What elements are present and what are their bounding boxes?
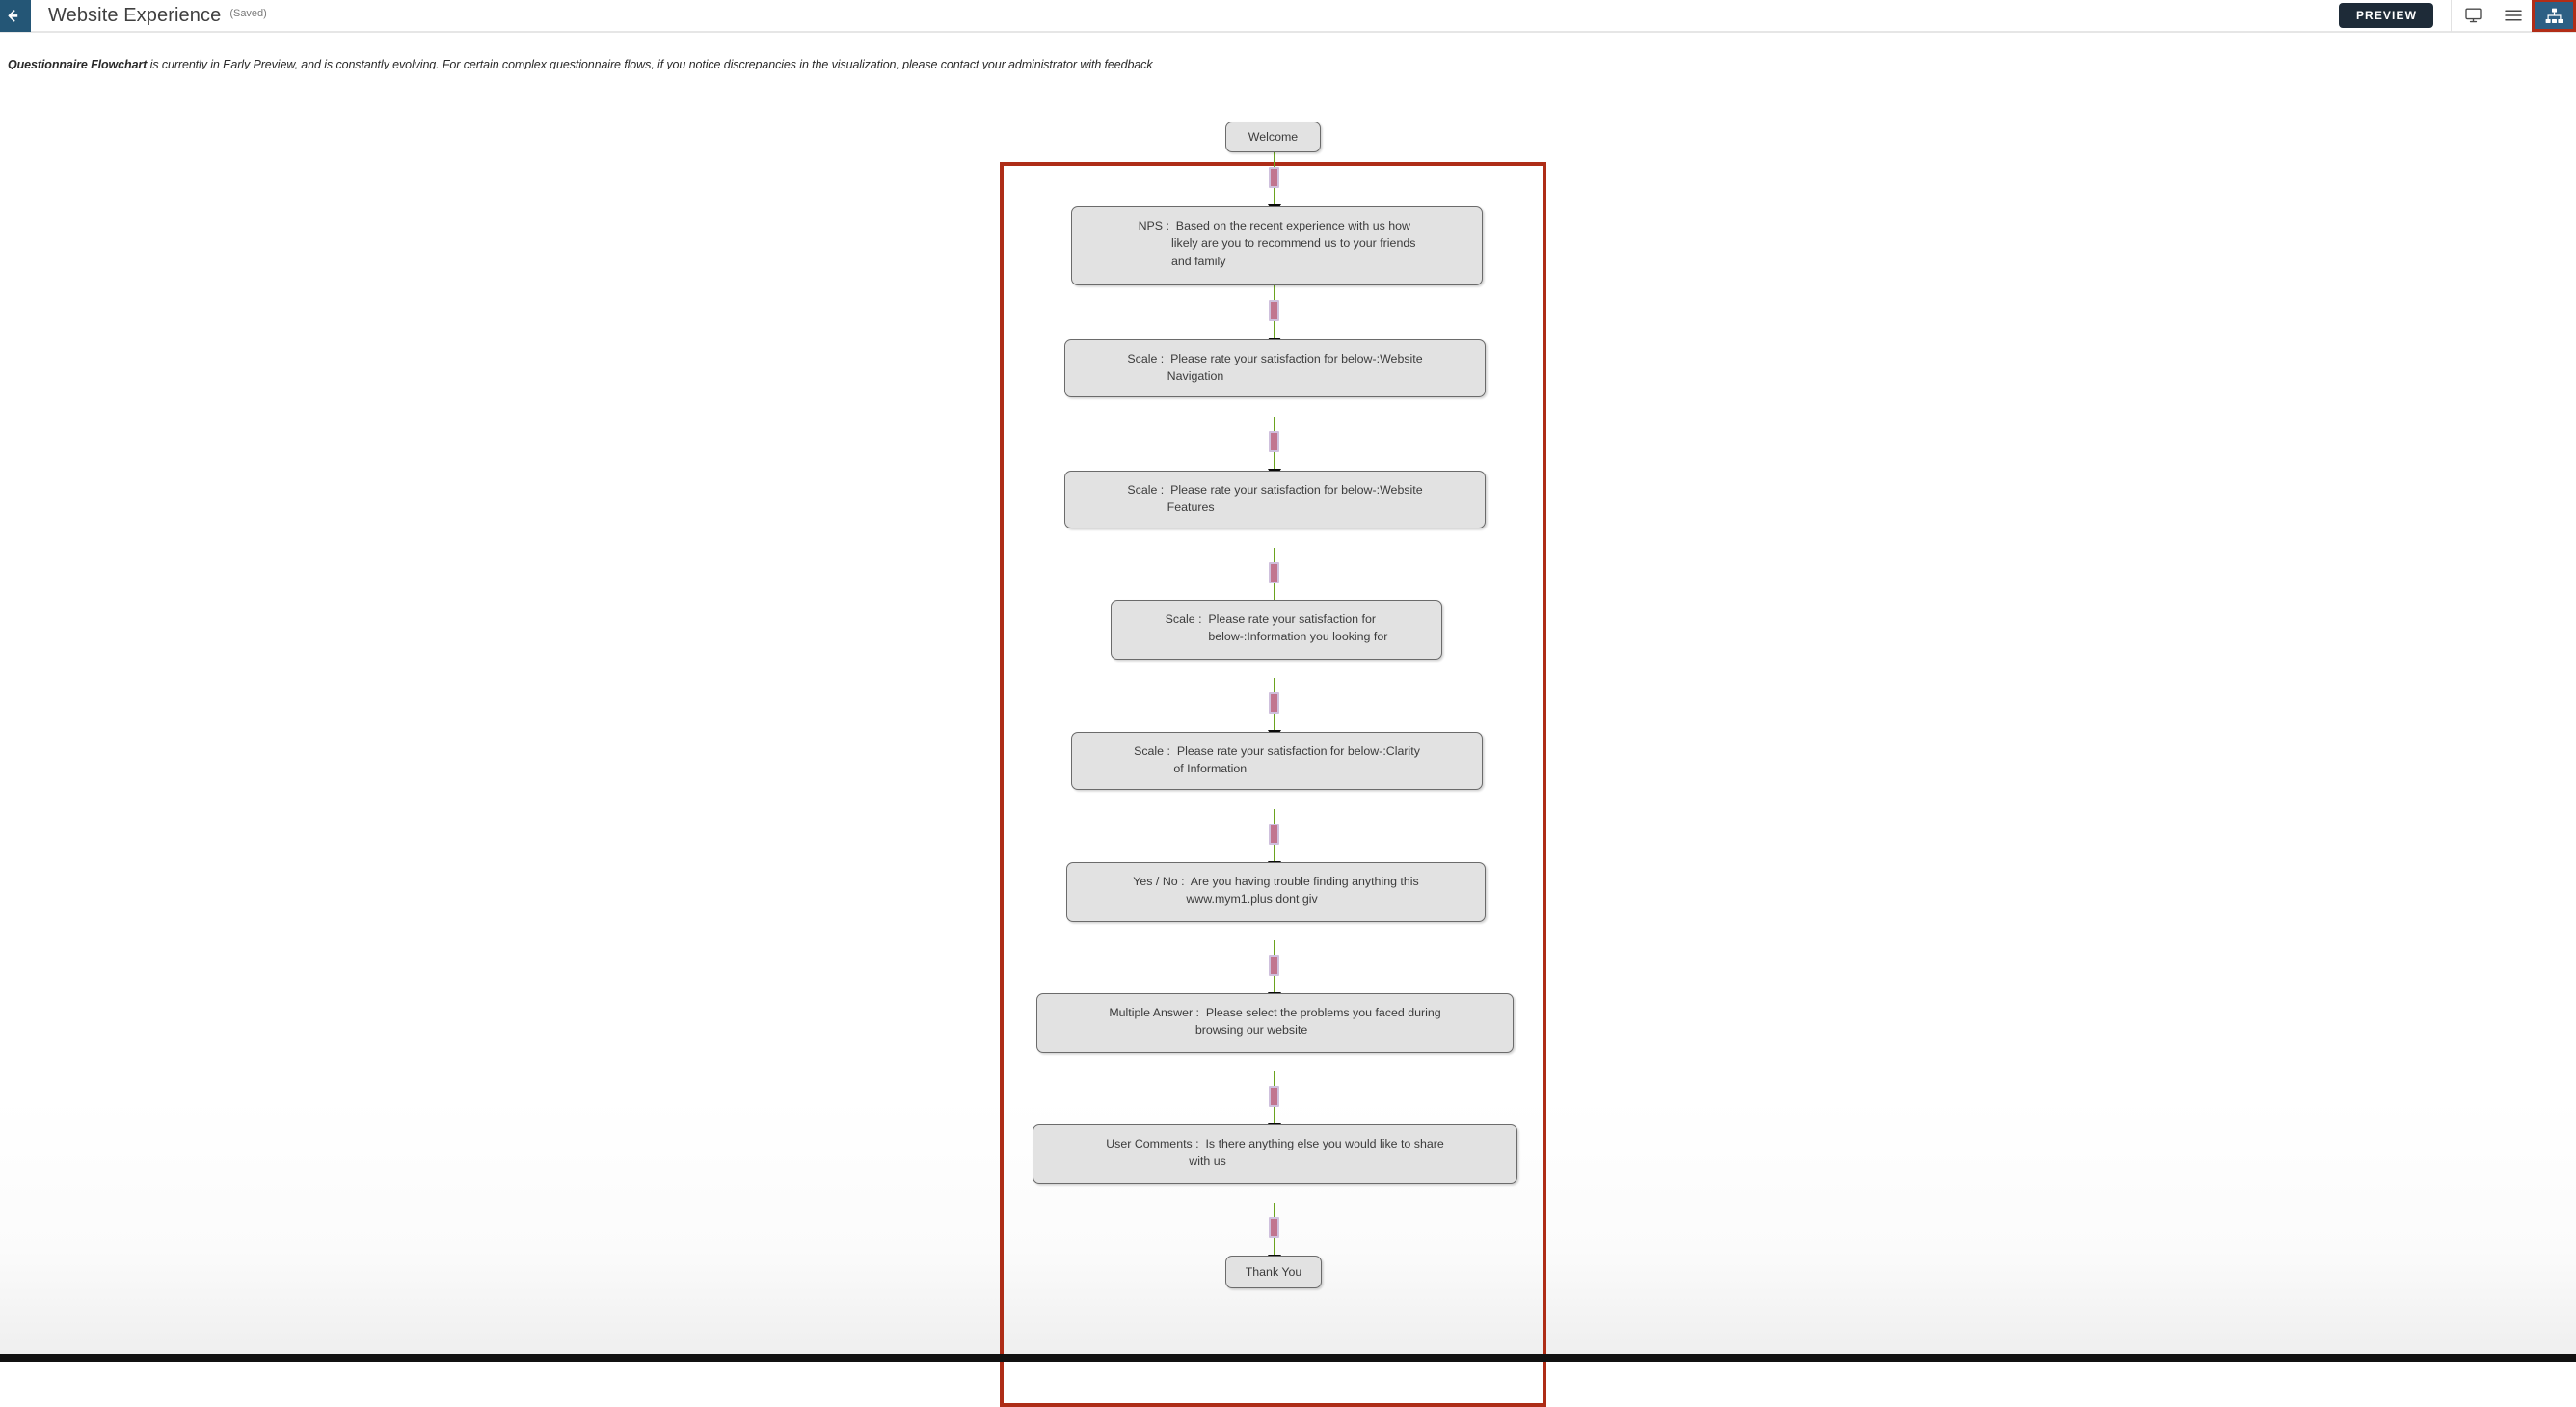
flow-node-scale-clarity[interactable]: Scale : Please rate your satisfaction fo… — [1071, 732, 1483, 790]
flow-node-label: Multiple Answer : Please select the prob… — [1109, 1006, 1441, 1038]
page-title: Website Experience — [48, 4, 222, 26]
flow-node-label: Scale : Please rate your satisfaction fo… — [1127, 483, 1423, 515]
sitemap-icon — [2545, 8, 2563, 24]
edge-marker — [1269, 167, 1280, 188]
app-header: Website Experience (Saved) PREVIEW — [0, 0, 2576, 33]
edge-marker — [1269, 562, 1280, 583]
flow-node-scale-information[interactable]: Scale : Please rate your satisfaction fo… — [1111, 600, 1442, 660]
arrow-left-icon — [8, 9, 24, 22]
monitor-icon — [2465, 8, 2482, 23]
flow-node-welcome[interactable]: Welcome — [1225, 122, 1321, 152]
preview-button[interactable]: PREVIEW — [2338, 3, 2433, 28]
flow-node-label: Welcome — [1248, 129, 1299, 144]
flow-node-multiple-answer[interactable]: Multiple Answer : Please select the prob… — [1036, 993, 1514, 1053]
flowchart-canvas[interactable]: Welcome NPS : Based on the recent experi… — [0, 69, 2576, 1407]
edge-marker — [1269, 955, 1280, 976]
flow-node-user-comments[interactable]: User Comments : Is there anything else y… — [1033, 1124, 1517, 1184]
flow-node-label: Scale : Please rate your satisfaction fo… — [1134, 744, 1420, 776]
flow-node-scale-features[interactable]: Scale : Please rate your satisfaction fo… — [1064, 471, 1486, 528]
flowchart-view-button[interactable] — [2532, 0, 2576, 32]
flow-node-scale-navigation[interactable]: Scale : Please rate your satisfaction fo… — [1064, 339, 1486, 397]
list-view-button[interactable] — [2495, 0, 2532, 32]
edge-marker — [1269, 300, 1280, 321]
flow-node-label: Scale : Please rate your satisfaction fo… — [1127, 352, 1423, 384]
flow-node-nps[interactable]: NPS : Based on the recent experience wit… — [1071, 206, 1483, 285]
back-button[interactable] — [0, 0, 31, 32]
device-preview-button[interactable] — [2451, 0, 2495, 32]
edge-marker — [1269, 1217, 1280, 1238]
edge-marker — [1269, 1086, 1280, 1107]
flow-node-label: Yes / No : Are you having trouble findin… — [1133, 875, 1419, 906]
flow-node-yes-no[interactable]: Yes / No : Are you having trouble findin… — [1066, 862, 1486, 922]
flow-node-thank-you[interactable]: Thank You — [1225, 1256, 1322, 1288]
edge-marker — [1269, 692, 1280, 714]
saved-status: (Saved) — [229, 8, 267, 19]
edge-marker — [1269, 824, 1280, 845]
flow-node-label: User Comments : Is there anything else y… — [1106, 1137, 1444, 1169]
flow-node-label: Scale : Please rate your satisfaction fo… — [1165, 612, 1388, 644]
bottom-edge-strip — [0, 1354, 2576, 1362]
flow-node-label: NPS : Based on the recent experience wit… — [1138, 219, 1416, 268]
flow-node-label: Thank You — [1245, 1264, 1302, 1279]
edge-marker — [1269, 431, 1280, 452]
header-actions: PREVIEW — [2338, 0, 2576, 32]
hamburger-menu-icon — [2505, 9, 2522, 22]
